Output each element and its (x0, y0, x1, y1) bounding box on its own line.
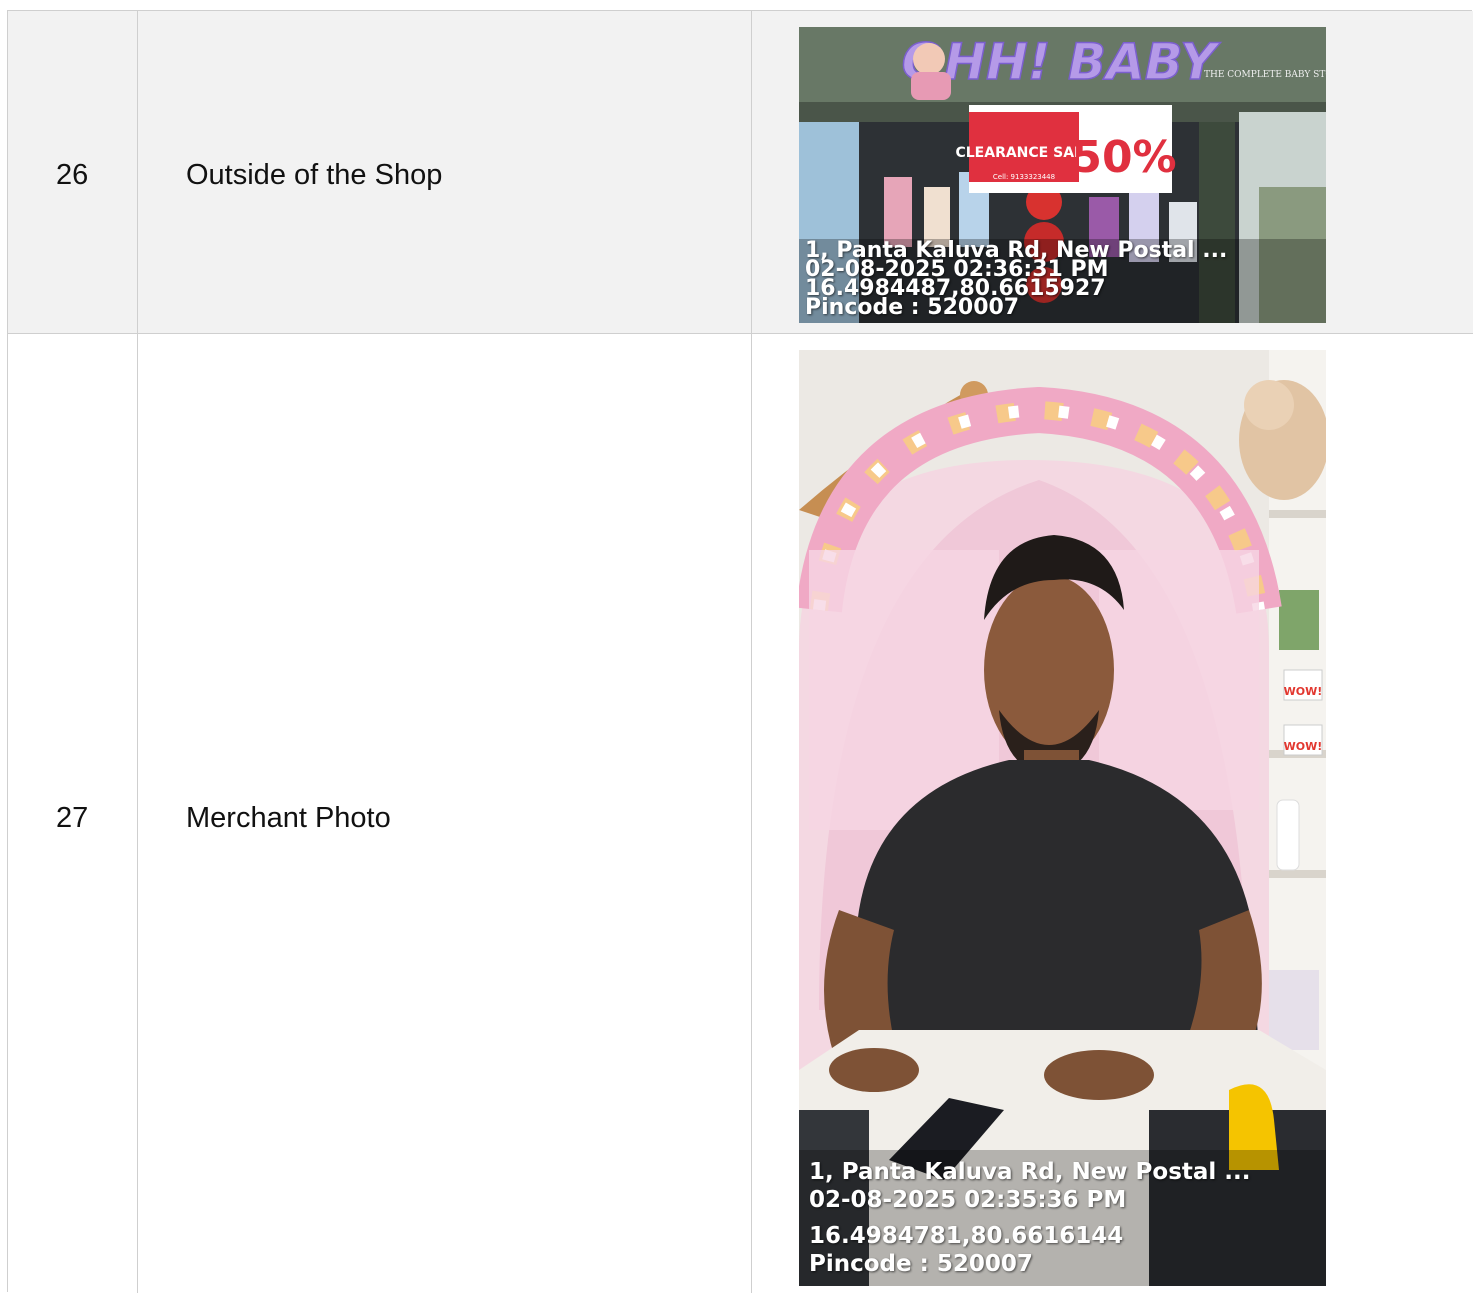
row-label-cell: Outside of the Shop (138, 11, 752, 333)
row-image-cell: WOW! WOW! 1, Panta Kaluva Rd, New Postal… (752, 334, 1473, 1293)
geotag-address: 1, Panta Kaluva Rd, New Postal ... (809, 1159, 1251, 1185)
row-number: 27 (56, 802, 89, 834)
row-number-cell: 27 (8, 334, 138, 1293)
geotag-pincode: Pincode : 520007 (809, 1251, 1033, 1277)
photo-geotag: 1, Panta Kaluva Rd, New Postal ... 02-08… (809, 1158, 1251, 1278)
photo-geotag: 1, Panta Kaluva Rd, New Postal ... 02-08… (805, 240, 1227, 320)
geotag-datetime: 02-08-2025 02:35:36 PM (809, 1187, 1127, 1213)
row-number: 26 (56, 159, 89, 191)
row-label: Outside of the Shop (186, 159, 443, 191)
geotag-coordinates: 16.4984781,80.6616144 (809, 1223, 1124, 1249)
table-row: 27 Merchant Photo WOW! WOW! 1, Panta Kal… (8, 334, 1473, 1293)
row-label-cell: Merchant Photo (138, 334, 752, 1293)
shop-exterior-photo: CLEARANCE SALE Cell: 9133323448 50% OHH!… (799, 27, 1326, 323)
store-tagline-text: THE COMPLETE BABY STORE (1204, 70, 1326, 80)
banner-phone-text: Cell: 9133323448 (993, 173, 1055, 181)
row-image-cell: CLEARANCE SALE Cell: 9133323448 50% OHH!… (752, 11, 1473, 333)
merchant-photo: WOW! WOW! 1, Panta Kaluva Rd, New Postal… (799, 350, 1326, 1286)
banner-percent-text: 50% (1071, 132, 1176, 183)
row-number-cell: 26 (8, 11, 138, 333)
geotag-pincode: Pincode : 520007 (805, 295, 1020, 320)
row-label: Merchant Photo (186, 802, 391, 834)
merchant-portrait-illustration: WOW! WOW! (799, 350, 1326, 1286)
table-row: 26 Outside of the Shop CLEARANCE SALE Ce… (8, 11, 1473, 334)
photo-table: 26 Outside of the Shop CLEARANCE SALE Ce… (7, 10, 1473, 1293)
shelf-tag-text: WOW! (1284, 685, 1323, 698)
shelf-tag-text: WOW! (1284, 740, 1323, 753)
